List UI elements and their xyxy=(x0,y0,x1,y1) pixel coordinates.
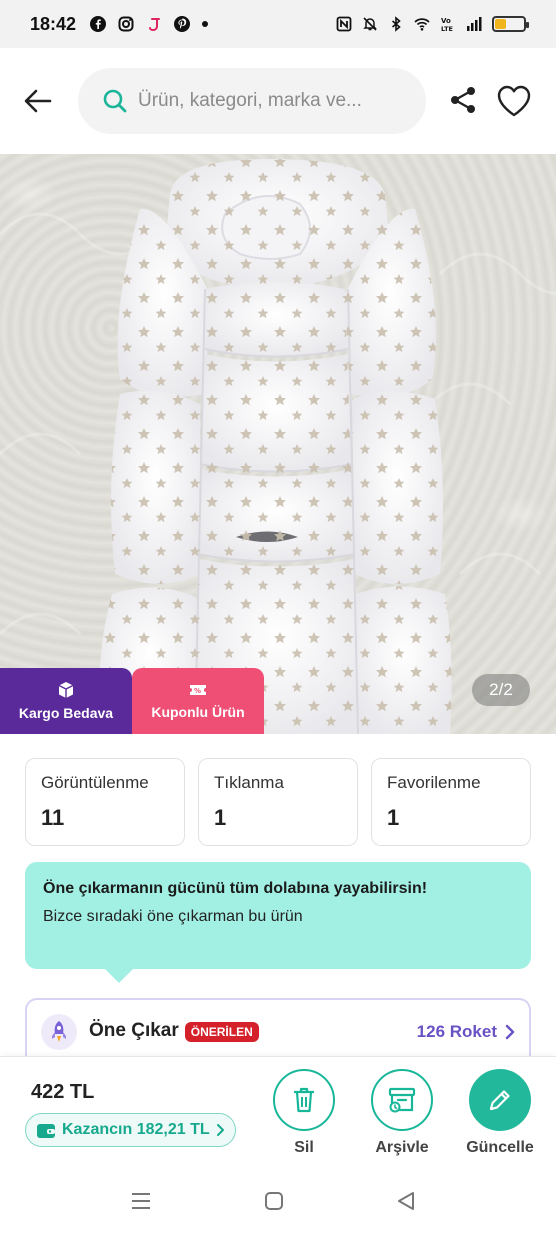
system-nav-bar xyxy=(0,1166,556,1235)
status-bar: 18:42 Vo LTE xyxy=(0,0,556,48)
stat-views: Görüntülenme 11 xyxy=(25,758,185,846)
rocket-icon xyxy=(52,1021,66,1042)
back-arrow-icon[interactable] xyxy=(22,85,54,117)
delete-button-circle[interactable] xyxy=(273,1069,335,1131)
package-icon xyxy=(58,682,74,698)
bottom-action-bar: 422 TL Kazancın 182,21 TL Sil Arşivle Gü… xyxy=(0,1056,556,1166)
product-image xyxy=(0,159,556,734)
pencil-icon xyxy=(489,1090,510,1111)
free-shipping-badge: Kargo Bedava xyxy=(0,668,132,734)
status-time: 18:42 xyxy=(30,13,77,34)
stat-favorites-value: 1 xyxy=(387,805,400,830)
coupon-label: Kuponlu Ürün xyxy=(151,704,245,720)
search-icon xyxy=(103,89,127,113)
update-button-circle[interactable] xyxy=(469,1069,531,1131)
pinterest-icon xyxy=(174,16,191,32)
delete-button[interactable]: Sil xyxy=(273,1069,335,1157)
earnings-pill[interactable]: Kazancın 182,21 TL xyxy=(25,1113,236,1147)
wifi-icon xyxy=(414,18,430,31)
archive-button[interactable]: Arşivle xyxy=(371,1069,433,1157)
coupon-icon: % xyxy=(190,685,206,695)
delete-label: Sil xyxy=(294,1139,314,1156)
svg-text:Vo: Vo xyxy=(441,17,451,25)
nfc-icon xyxy=(336,16,352,32)
free-shipping-label: Kargo Bedava xyxy=(18,705,114,721)
back-icon[interactable] xyxy=(396,1190,416,1212)
chevron-right-icon xyxy=(216,1124,224,1136)
facebook-icon xyxy=(90,16,107,32)
update-button[interactable]: Güncelle xyxy=(466,1069,534,1157)
recommended-badge: ÖNERİLEN xyxy=(184,1022,259,1042)
battery-icon xyxy=(492,16,529,32)
boost-title: Öne Çıkar xyxy=(89,1020,179,1041)
stat-clicks-value: 1 xyxy=(214,805,227,830)
trash-icon xyxy=(294,1087,314,1113)
chevron-right-icon xyxy=(505,1024,515,1040)
update-label: Güncelle xyxy=(466,1139,534,1156)
stat-clicks: Tıklanma 1 xyxy=(198,758,358,846)
stat-views-label: Görüntülenme xyxy=(41,773,149,792)
signal-icon xyxy=(467,17,482,31)
share-icon[interactable] xyxy=(448,85,478,115)
search-input[interactable]: Ürün, kategori, marka ve... xyxy=(78,68,426,134)
mute-icon xyxy=(363,17,377,31)
stat-views-value: 11 xyxy=(41,805,65,830)
promo-text: Bizce sıradaki öne çıkarman bu ürün xyxy=(43,908,303,925)
stat-favorites-label: Favorilenme xyxy=(387,773,481,792)
top-header: Ürün, kategori, marka ve... xyxy=(0,48,556,154)
promo-title: Öne çıkarmanın gücünü tüm dolabına yayab… xyxy=(43,880,428,897)
rocket-count-link[interactable]: 126 Roket xyxy=(417,1022,515,1042)
bluetooth-icon xyxy=(391,16,401,32)
photo-counter: 2/2 xyxy=(472,674,530,706)
wallet-icon xyxy=(37,1124,55,1138)
rocket-count-text: 126 Roket xyxy=(416,1022,497,1041)
rocket-icon-wrapper xyxy=(41,1014,77,1050)
recent-apps-icon[interactable] xyxy=(130,1191,152,1211)
status-notification-icons xyxy=(90,16,209,32)
status-system-icons: Vo LTE xyxy=(336,16,529,32)
home-icon[interactable] xyxy=(264,1191,284,1211)
search-placeholder: Ürün, kategori, marka ve... xyxy=(138,90,362,111)
archive-button-circle[interactable] xyxy=(371,1069,433,1131)
promo-tooltip: Öne çıkarmanın gücünü tüm dolabına yayab… xyxy=(25,862,531,983)
favorite-heart-icon[interactable] xyxy=(496,84,532,118)
more-notifications-dot xyxy=(202,21,209,27)
svg-text:LTE: LTE xyxy=(441,25,453,32)
archive-label: Arşivle xyxy=(375,1139,429,1156)
coupon-badge: % Kuponlu Ürün xyxy=(132,668,264,734)
earnings-text: Kazancın 182,21 TL xyxy=(62,1121,210,1138)
app-j-icon xyxy=(149,18,161,32)
instagram-icon xyxy=(118,16,134,32)
price: 422 TL xyxy=(31,1081,95,1103)
stat-clicks-label: Tıklanma xyxy=(214,773,284,792)
product-photo[interactable]: Kargo Bedava % Kuponlu Ürün 2/2 xyxy=(0,154,556,734)
archive-icon xyxy=(388,1087,416,1113)
svg-text:%: % xyxy=(194,687,201,695)
volte-icon: VoLTE xyxy=(441,17,453,32)
stat-favorites: Favorilenme 1 xyxy=(371,758,531,846)
